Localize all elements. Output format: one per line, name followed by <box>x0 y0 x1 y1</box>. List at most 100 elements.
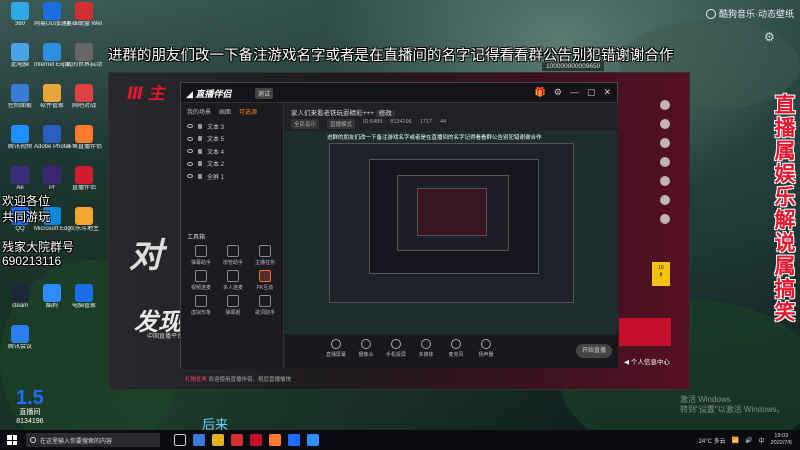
edit-title-button[interactable]: 修改 <box>375 110 395 117</box>
layer-item[interactable]: 文本 4 <box>181 145 283 158</box>
eye-icon[interactable] <box>187 124 193 129</box>
desktop-icon[interactable]: Adobe Photoshop <box>34 125 70 151</box>
app-icon <box>43 284 61 302</box>
tool-lyrics[interactable]: 歌词助手 <box>249 295 281 316</box>
streaming-app-icon[interactable] <box>269 434 281 446</box>
tool-video-link[interactable]: 视频连麦 <box>185 270 217 291</box>
desktop-icon[interactable]: 英雄联盟 WeGame <box>66 2 102 28</box>
desktop-icon[interactable]: Ae <box>2 166 38 192</box>
category-tag[interactable]: 全民音乐 <box>291 119 320 129</box>
home-icon[interactable] <box>660 100 670 110</box>
music-player-icon[interactable] <box>307 434 319 446</box>
app-icon <box>75 125 93 143</box>
add-phone-cast-button[interactable]: 手机投屏 <box>385 339 407 364</box>
layer-label: 文本 2 <box>207 162 225 169</box>
eye-icon[interactable] <box>187 136 193 141</box>
tool-pk[interactable]: PK互动 <box>249 270 281 291</box>
speaker-button[interactable]: 扬声器 <box>475 339 497 364</box>
level-badge[interactable]: 16 ⬆ <box>652 262 670 286</box>
desktop-icon[interactable]: Internet Explorer <box>34 43 70 69</box>
video-icon[interactable] <box>660 138 670 148</box>
danmuji-icon <box>227 295 239 307</box>
message-icon[interactable] <box>660 157 670 167</box>
taskbar-search[interactable]: 在这里输入你要搜索的内容 <box>26 433 160 447</box>
add-screen-button[interactable]: 直播屏幕 <box>325 339 347 364</box>
settings-gear-icon[interactable]: ⚙ <box>764 30 775 44</box>
lock-icon[interactable] <box>198 123 202 129</box>
clock[interactable]: 19:03 2022/7/6 <box>771 433 792 447</box>
desktop-icon[interactable]: 电脑管家 <box>66 284 102 310</box>
desktop-icon[interactable]: 直播伴侣 <box>66 166 102 192</box>
welcome-text-2: 共同游玩 <box>2 210 51 224</box>
tool-avatar[interactable]: 虚拟形象 <box>185 295 217 316</box>
start-live-button[interactable]: 开始直播 <box>576 344 612 358</box>
user-icon[interactable] <box>660 119 670 129</box>
desktop-icon[interactable]: Pr <box>34 166 70 192</box>
layer-item[interactable]: 文本 5 <box>181 133 283 146</box>
browser-icon[interactable] <box>231 434 243 446</box>
pk-icon <box>259 270 271 282</box>
lock-icon[interactable] <box>198 136 202 142</box>
star-icon[interactable] <box>660 176 670 186</box>
gift-icon[interactable]: 🎁 <box>535 87 546 98</box>
desktop-icon[interactable]: 此电脑 <box>2 43 38 69</box>
tool-room-admin[interactable]: 房管助手 <box>217 245 249 266</box>
add-media-button[interactable]: 多媒体 <box>415 339 437 364</box>
desktop-icon[interactable]: 斗鱼直播伴侣 <box>66 125 102 151</box>
desktop-icon-label: 酷狗 <box>45 303 58 309</box>
desktop-icon-label: 英雄联盟 WeGame <box>66 21 102 27</box>
tool-streamer-task[interactable]: 主播任务 <box>249 245 281 266</box>
desktop-icon[interactable]: 我的世界启动器 <box>66 43 102 69</box>
personal-center-link[interactable]: ◀ 个人信息中心 <box>624 356 670 366</box>
desktop-icon[interactable]: 酷狗 <box>34 284 70 310</box>
microphone-button[interactable]: 麦克风 <box>445 339 467 364</box>
tool-danmuji[interactable]: 弹幕姬 <box>217 295 249 316</box>
tool-multi-link[interactable]: 多人连麦 <box>217 270 249 291</box>
desktop-icon[interactable]: 腾讯视频 <box>2 125 38 151</box>
desktop-icon[interactable]: 腾讯会议 <box>2 325 38 351</box>
settings-icon[interactable]: ⚙ <box>554 87 562 98</box>
live-companion-window: ◢ 直播伴侣 测试 🎁 ⚙ — ▢ ✕ 我的场景 画面 可选源 文本 3 文本 … <box>180 82 618 383</box>
input-language[interactable]: 中 <box>759 436 765 445</box>
task-view-icon[interactable] <box>174 434 186 446</box>
lock-icon[interactable] <box>198 148 202 154</box>
mode-tag[interactable]: 直播模式 <box>327 119 356 129</box>
eye-icon[interactable] <box>187 174 193 179</box>
tool-danmu-assistant[interactable]: 弹幕助手 <box>185 245 217 266</box>
tab-screen[interactable]: 画面 <box>219 107 231 116</box>
layer-label: 文本 3 <box>207 124 225 131</box>
lock-icon[interactable] <box>198 173 202 179</box>
desktop-icon[interactable]: 网吧对战 <box>66 84 102 110</box>
eye-icon[interactable] <box>187 149 193 154</box>
close-icon[interactable]: ✕ <box>603 87 611 98</box>
desktop-icon[interactable]: 360 <box>2 2 38 28</box>
desktop-icon[interactable]: 网易UU加速器 <box>34 2 70 28</box>
live-companion-icon[interactable] <box>250 434 262 446</box>
qq-icon[interactable] <box>288 434 300 446</box>
start-button[interactable] <box>0 430 24 450</box>
weather-widget[interactable]: 24°C 多云 <box>699 436 726 445</box>
edge-icon[interactable] <box>193 434 205 446</box>
tab-scene[interactable]: 我的场景 <box>187 107 211 116</box>
desktop-icon-label: 网吧对战 <box>71 103 96 109</box>
file-explorer-icon[interactable] <box>212 434 224 446</box>
eye-icon[interactable] <box>187 161 193 166</box>
desktop-icon[interactable]: 控制面板 <box>2 84 38 110</box>
layer-item[interactable]: 文本 2 <box>181 158 283 171</box>
network-icon[interactable]: 📶 <box>732 437 739 444</box>
maximize-icon[interactable]: ▢ <box>587 87 596 98</box>
volume-icon[interactable]: 🔊 <box>745 437 752 444</box>
chart-icon[interactable] <box>660 214 670 224</box>
minimize-icon[interactable]: — <box>570 87 579 98</box>
layer-item[interactable]: 文本 3 <box>181 120 283 133</box>
stream-preview[interactable]: 进群的朋友们改一下备注游戏名字或者是在直播间的名字记得看看群公告别犯错谢谢合作 <box>285 131 618 334</box>
add-camera-button[interactable]: 摄像头 <box>355 339 377 364</box>
desktop-icon[interactable]: steam <box>2 284 38 310</box>
desktop-icon[interactable]: 软件管家 <box>34 84 70 110</box>
layer-item[interactable]: 全屏 1 <box>181 170 283 183</box>
desktop-icon[interactable]: 欢乐斗地主 <box>66 207 102 233</box>
gift-icon[interactable] <box>660 195 670 205</box>
tab-sources[interactable]: 可选源 <box>239 107 257 116</box>
music-icon <box>706 8 716 19</box>
lock-icon[interactable] <box>198 161 202 167</box>
